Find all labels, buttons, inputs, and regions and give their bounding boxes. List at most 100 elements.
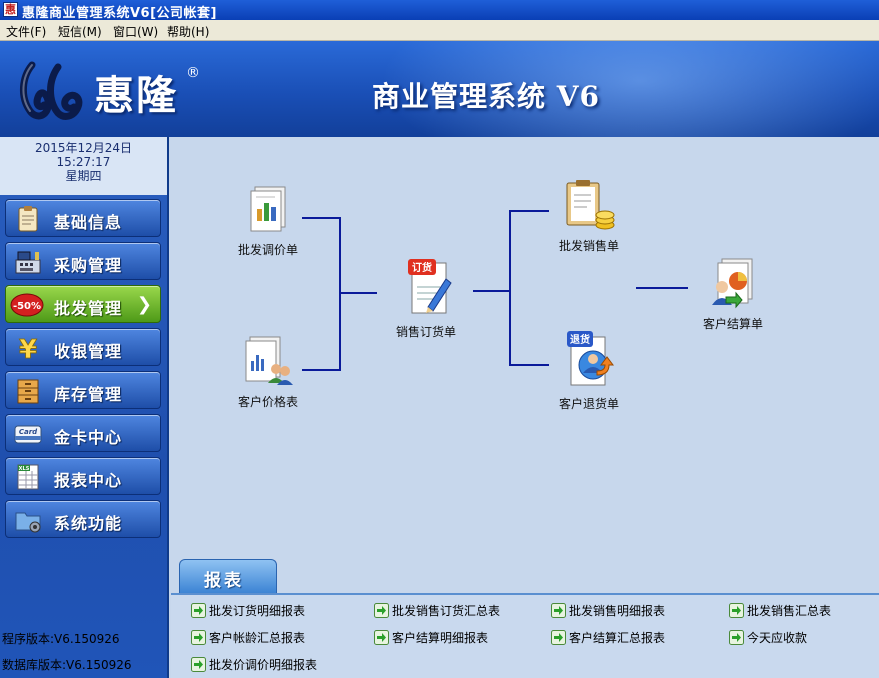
- app-logo-icon: 惠: [3, 2, 18, 17]
- registered-mark: ®: [186, 65, 200, 81]
- nav-label: 金卡中心: [54, 428, 123, 447]
- nav-basic-info[interactable]: 基础信息: [5, 199, 161, 237]
- green-arrow-icon: [374, 630, 389, 645]
- flow-label-sales-order: 销售订货单: [395, 325, 456, 339]
- spreadsheet-icon: XLS: [17, 464, 39, 490]
- flow-node-sales-order[interactable]: 订货 销售订货单: [391, 257, 461, 340]
- flow-label-customer-price: 客户价格表: [237, 395, 298, 409]
- report-link-label: 客户帐龄汇总报表: [209, 631, 306, 645]
- report-link-label: 批发销售明细报表: [569, 604, 666, 618]
- return-stamp-text: 退货: [570, 333, 590, 346]
- return-form-icon: 退货: [567, 331, 614, 386]
- nav-label: 采购管理: [54, 256, 123, 275]
- menu-help[interactable]: 帮助(H): [167, 23, 209, 40]
- window-title: 惠隆商业管理系统V6[公司帐套]: [22, 6, 217, 21]
- nav-label: 系统功能: [54, 514, 123, 533]
- flow-node-wholesale-sales[interactable]: 批发销售单: [551, 177, 627, 254]
- nav-label: 库存管理: [54, 385, 123, 404]
- database-version: 数据库版本:V6.150926: [2, 658, 132, 672]
- report-link-today-receivable[interactable]: 今天应收款: [729, 629, 807, 647]
- report-link-customer-settlement-detail[interactable]: 客户结算明细报表: [374, 629, 488, 647]
- nav-wholesale[interactable]: -50% 批发管理 ❯: [5, 285, 161, 323]
- report-link-customer-aging[interactable]: 客户帐龄汇总报表: [191, 629, 305, 647]
- sales-clipboard-coins-icon: [566, 180, 615, 230]
- green-arrow-icon: [729, 630, 744, 645]
- nav-report-center[interactable]: XLS 报表中心: [5, 457, 161, 495]
- current-time: 15:27:17: [56, 155, 111, 169]
- brand-logo-icon: [20, 61, 83, 120]
- price-list-users-icon: [245, 336, 293, 385]
- menu-window[interactable]: 窗口(W): [113, 23, 158, 40]
- spreadsheet-icon-text: XLS: [19, 466, 30, 472]
- nav-cashier[interactable]: ¥ 收银管理: [5, 328, 161, 366]
- cabinet-icon: [17, 379, 39, 404]
- report-link-label: 客户结算明细报表: [392, 631, 489, 645]
- flow-node-customer-price[interactable]: 客户价格表: [233, 335, 303, 410]
- discount-badge-text: -50%: [13, 301, 41, 312]
- svg-text:¥: ¥: [19, 335, 37, 362]
- app-window: 惠 惠隆商业管理系统V6[公司帐套] 文件(F) 短信(M) 窗口(W) 帮助(…: [0, 0, 879, 678]
- date-time-panel: 2015年12月24日 15:27:17 星期四: [0, 137, 167, 195]
- nav-gold-card[interactable]: Card 金卡中心: [5, 414, 161, 452]
- green-arrow-icon: [191, 630, 206, 645]
- system-title: 商业管理系统 V6: [372, 80, 600, 113]
- connector-left-bracket: [302, 217, 341, 371]
- sidebar: 2015年12月24日 15:27:17 星期四 基础信息 采购管理 -50% …: [0, 137, 169, 678]
- green-arrow-icon: [551, 603, 566, 618]
- flow-label-customer-return: 客户退货单: [558, 397, 619, 411]
- green-arrow-icon: [729, 603, 744, 618]
- card-icon-text: Card: [19, 428, 38, 436]
- connector-right-bracket: [509, 210, 549, 366]
- nav-label: 批发管理: [54, 299, 123, 318]
- system-folder-icon: [15, 512, 41, 533]
- nav-system[interactable]: 系统功能: [5, 500, 161, 538]
- report-link-wholesale-order-detail[interactable]: 批发订货明细报表: [191, 602, 305, 620]
- report-link-label: 批发订货明细报表: [209, 604, 306, 618]
- yen-icon: ¥: [19, 335, 38, 362]
- menu-sms[interactable]: 短信(M): [58, 23, 102, 40]
- report-links-panel: 批发订货明细报表 批发销售订货汇总表 批发销售明细报表 批发销售汇总表 客户帐龄…: [171, 593, 879, 678]
- flow-node-price-adjust[interactable]: 批发调价单: [233, 185, 303, 258]
- report-link-label: 批发价调价明细报表: [209, 658, 318, 672]
- report-link-label: 客户结算汇总报表: [569, 631, 666, 645]
- flow-node-customer-return[interactable]: 退货 客户退货单: [551, 329, 627, 412]
- nav-inventory[interactable]: 库存管理: [5, 371, 161, 409]
- nav-label: 基础信息: [54, 213, 123, 232]
- report-link-wholesale-sales-detail[interactable]: 批发销售明细报表: [551, 602, 665, 620]
- order-stamp-text: 订货: [412, 261, 432, 274]
- current-weekday: 星期四: [65, 169, 102, 183]
- settlement-user-icon: [712, 258, 753, 309]
- nav-label: 报表中心: [54, 471, 123, 490]
- card-icon: Card: [14, 425, 42, 444]
- report-link-price-adjust-detail[interactable]: 批发价调价明细报表: [191, 656, 317, 674]
- menu-bar: 文件(F) 短信(M) 窗口(W) 帮助(H): [0, 20, 879, 41]
- green-arrow-icon: [191, 657, 206, 672]
- chevron-right-icon: ❯: [136, 294, 152, 315]
- menu-file[interactable]: 文件(F): [6, 23, 46, 40]
- header-banner: 惠隆 ® 商业管理系统 V6: [0, 41, 879, 137]
- nav-purchase[interactable]: 采购管理: [5, 242, 161, 280]
- green-arrow-icon: [374, 603, 389, 618]
- order-form-icon: 订货: [408, 259, 452, 314]
- nav-label: 收银管理: [54, 342, 123, 361]
- clipboard-icon: [18, 206, 38, 232]
- report-link-wholesale-sales-summary[interactable]: 批发销售汇总表: [729, 602, 831, 620]
- title-bar: 惠 惠隆商业管理系统V6[公司帐套]: [0, 0, 879, 21]
- program-version: 程序版本:V6.150926: [2, 632, 120, 646]
- discount-badge-icon: -50%: [10, 293, 44, 317]
- green-arrow-icon: [191, 603, 206, 618]
- report-link-wholesale-order-summary[interactable]: 批发销售订货汇总表: [374, 602, 500, 620]
- current-date: 2015年12月24日: [34, 141, 133, 155]
- report-link-label: 批发销售汇总表: [747, 604, 832, 618]
- flow-label-wholesale-sales: 批发销售单: [558, 239, 619, 253]
- workspace: 批发调价单 客户价格表 订货 销售订货单 批发销售单 退货 客户退货单 客户结算…: [171, 137, 879, 678]
- brand-name: 惠隆: [94, 72, 178, 119]
- flow-node-customer-settlement[interactable]: 客户结算单: [693, 257, 773, 332]
- report-link-label: 批发销售订货汇总表: [392, 604, 501, 618]
- cash-register-icon: [15, 251, 41, 274]
- flow-label-price-adjust: 批发调价单: [237, 243, 298, 257]
- tab-reports[interactable]: 报表: [179, 559, 277, 593]
- report-link-customer-settlement-summary[interactable]: 客户结算汇总报表: [551, 629, 665, 647]
- report-link-label: 今天应收款: [747, 631, 808, 645]
- document-chart-icon: [250, 186, 286, 232]
